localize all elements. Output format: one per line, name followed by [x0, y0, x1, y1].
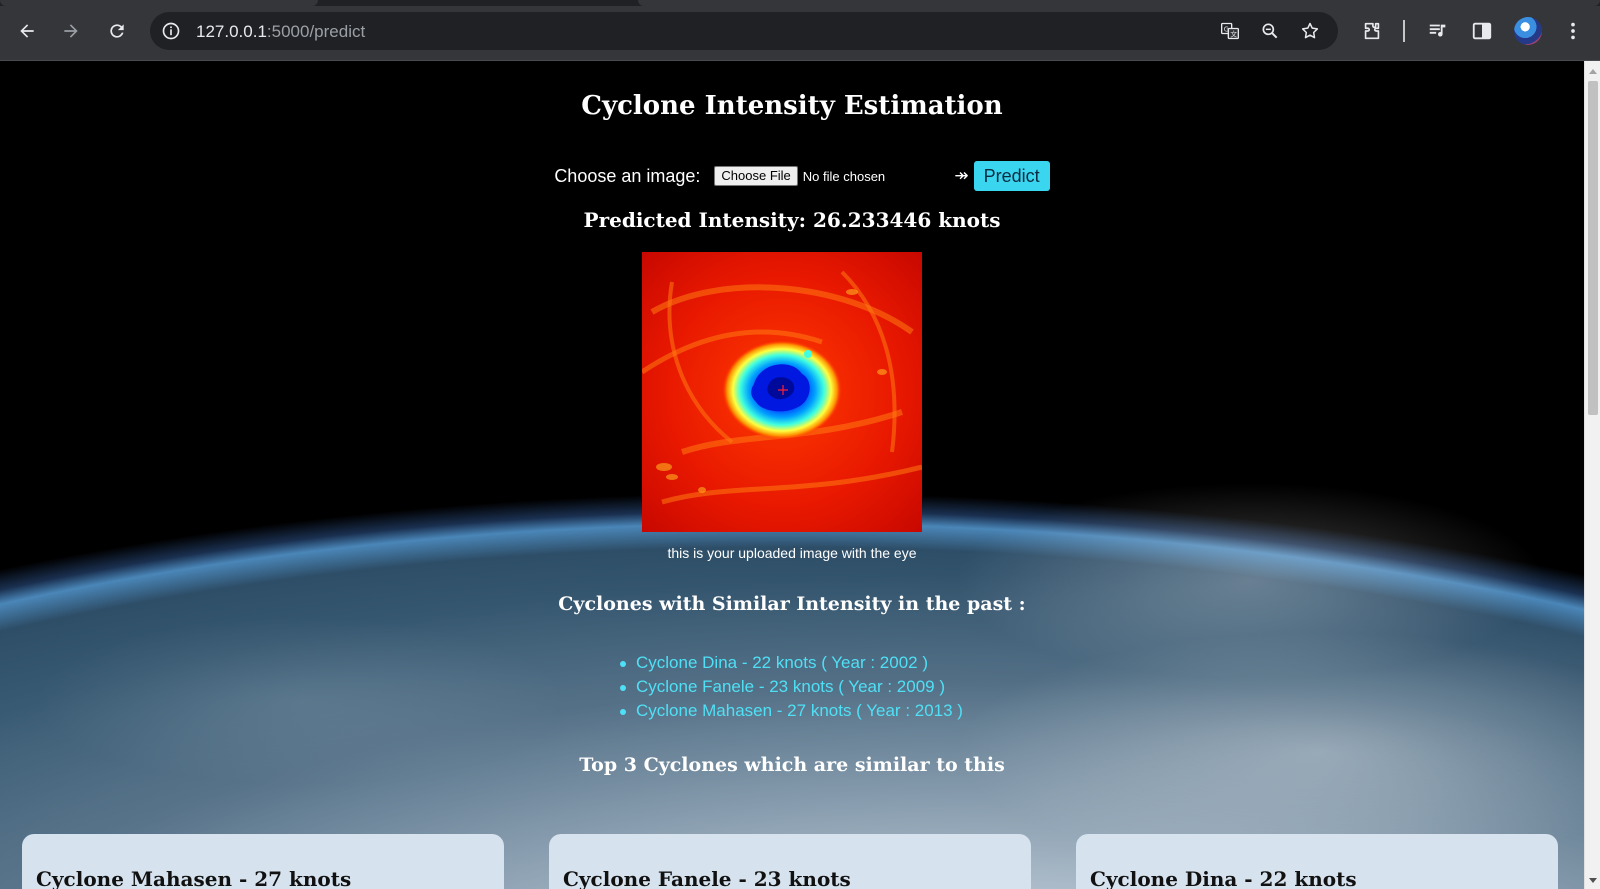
media-controls-icon [1429, 24, 1446, 37]
uploaded-cyclone-image [642, 252, 922, 532]
zoom-icon [1262, 23, 1278, 39]
predicted-intensity: Predicted Intensity: 26.233446 knots [583, 208, 1001, 232]
svg-text:文: 文 [1230, 29, 1237, 38]
browser-toolbar: 127.0.0.1:5000/predict G文 [0, 0, 1600, 61]
toolbar-divider [1403, 20, 1405, 42]
url-path: :5000/predict [266, 22, 366, 41]
scroll-down-arrow-icon[interactable] [1589, 878, 1597, 883]
profile-avatar[interactable] [1514, 17, 1542, 45]
similar-intensity-heading: Cyclones with Similar Intensity in the p… [558, 593, 1026, 615]
reload-icon [110, 24, 124, 38]
cyclone-card: Cyclone Fanele - 23 knots [549, 834, 1031, 889]
site-info-button[interactable] [160, 20, 182, 42]
page-title: Cyclone Intensity Estimation [581, 91, 1003, 121]
media-controls-button[interactable] [1424, 17, 1452, 45]
similar-cyclones-list: Cyclone Dina - 22 knots ( Year : 2002 ) … [618, 651, 963, 723]
predict-button[interactable]: Predict [973, 161, 1050, 191]
tab-left[interactable] [0, 0, 318, 6]
extensions-icon [1364, 22, 1380, 40]
menu-icon [1571, 22, 1575, 40]
card-title: Cyclone Dina - 22 knots [1090, 867, 1357, 889]
url-text[interactable]: 127.0.0.1:5000/predict [196, 22, 365, 42]
scroll-thumb[interactable] [1588, 81, 1598, 415]
choose-file-button[interactable]: Choose File [714, 166, 798, 186]
side-panel-icon [1472, 22, 1492, 40]
image-caption: this is your uploaded image with the eye [667, 545, 917, 561]
list-item: Cyclone Dina - 22 knots ( Year : 2002 ) [618, 651, 963, 675]
side-panel-button[interactable] [1468, 17, 1496, 45]
card-title: Cyclone Mahasen - 27 knots [36, 867, 352, 889]
cyclone-card: Cyclone Dina - 22 knots [1076, 834, 1558, 889]
page-scrollbar[interactable] [1584, 61, 1600, 889]
zoom-button[interactable] [1258, 19, 1282, 43]
translate-button[interactable]: G文 [1218, 19, 1242, 43]
scroll-up-arrow-icon[interactable] [1589, 69, 1597, 74]
extensions-button[interactable] [1358, 17, 1386, 45]
site-info-icon [162, 22, 180, 40]
chrome-menu-button[interactable] [1559, 17, 1587, 45]
bookmark-star-icon [1301, 22, 1319, 39]
file-status-text: No file chosen [802, 168, 886, 184]
top3-heading: Top 3 Cyclones which are similar to this [579, 754, 1005, 776]
url-host: 127.0.0.1 [196, 22, 267, 41]
file-input[interactable]: Choose File No file chosen [714, 166, 946, 186]
upload-form: Choose an image: Choose File No file cho… [0, 161, 1584, 191]
address-bar[interactable]: 127.0.0.1:5000/predict G文 [150, 12, 1338, 50]
choose-image-label: Choose an image: [554, 165, 701, 186]
list-item: Cyclone Mahasen - 27 knots ( Year : 2013… [618, 699, 963, 723]
back-icon [20, 24, 34, 38]
card-title: Cyclone Fanele - 23 knots [563, 867, 851, 889]
reload-button[interactable] [101, 15, 133, 47]
forward-button[interactable] [55, 15, 87, 47]
translate-icon: G文 [1221, 22, 1239, 40]
page-content: Cyclone Intensity Estimation Choose an i… [0, 61, 1584, 889]
list-item: Cyclone Fanele - 23 knots ( Year : 2009 … [618, 675, 963, 699]
tab-active[interactable] [638, 0, 1600, 6]
back-button[interactable] [11, 15, 43, 47]
bookmark-button[interactable] [1298, 19, 1322, 43]
page-viewport: Cyclone Intensity Estimation Choose an i… [0, 61, 1584, 889]
cyclone-card: Cyclone Mahasen - 27 knots [22, 834, 504, 889]
arrow-icon: ↠ [954, 166, 969, 185]
forward-icon [64, 24, 78, 38]
